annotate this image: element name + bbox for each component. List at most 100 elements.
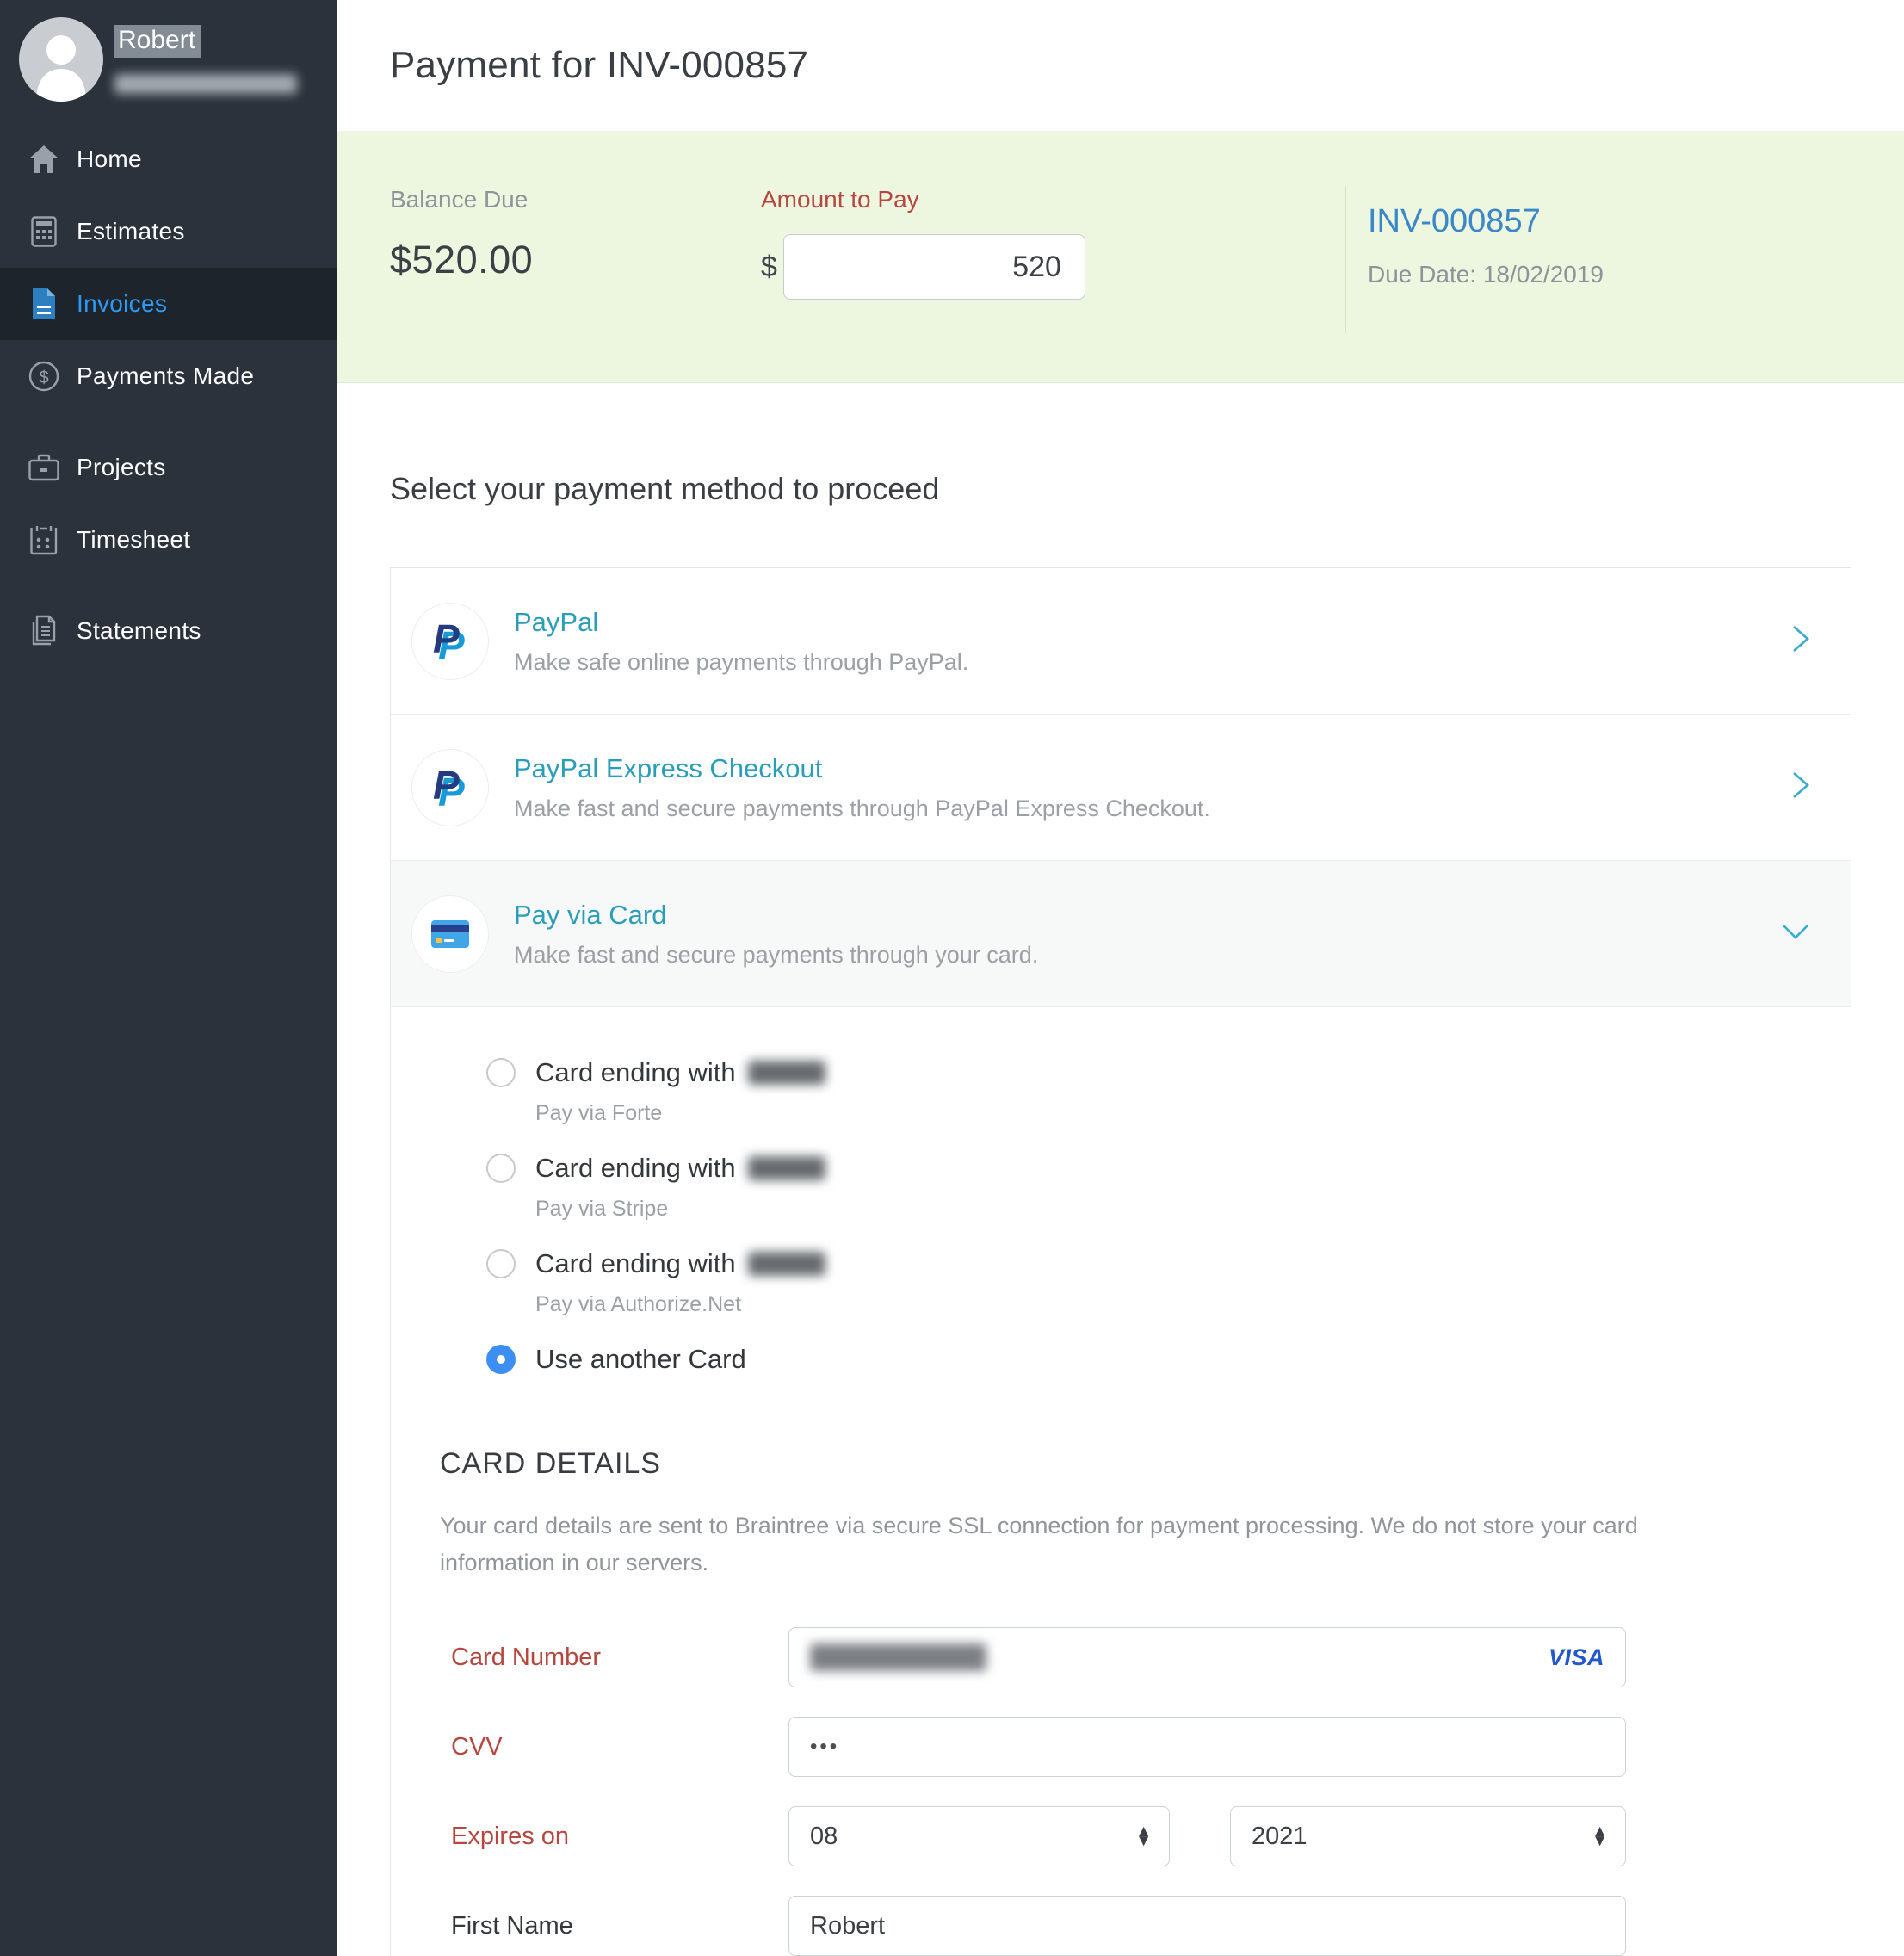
timesheet-icon bbox=[27, 524, 61, 555]
due-date-text: Due Date: 18/02/2019 bbox=[1368, 261, 1604, 288]
expires-label: Expires on bbox=[451, 1822, 570, 1850]
blurred-card-number bbox=[810, 1643, 986, 1672]
sidebar-item-timesheet[interactable]: Timesheet bbox=[0, 504, 337, 576]
card-number-label: Card Number bbox=[451, 1643, 602, 1671]
dollar-circle-icon: $ bbox=[27, 361, 61, 392]
card-option-forte: Card ending with Pay via Forte bbox=[486, 1057, 1851, 1126]
payment-summary-banner: Balance Due $520.00 Amount to Pay $ INV-… bbox=[337, 131, 1904, 383]
balance-due-label: Balance Due bbox=[390, 186, 529, 213]
card-option-label: Use another Card bbox=[535, 1344, 746, 1374]
sidebar-item-home[interactable]: Home bbox=[0, 123, 337, 195]
card-option-label: Card ending with bbox=[535, 1057, 825, 1088]
card-details-section: CARD DETAILS Your card details are sent … bbox=[440, 1447, 1851, 1956]
sidebar: Robert Home Estimates Invoices $ Payment… bbox=[0, 0, 337, 1956]
person-icon bbox=[36, 35, 86, 102]
home-icon bbox=[27, 145, 61, 174]
card-payment-expanded: Card ending with Pay via Forte Card endi… bbox=[391, 1007, 1851, 1956]
sidebar-item-label: Statements bbox=[77, 617, 201, 644]
expiry-year-value: 2021 bbox=[1252, 1822, 1307, 1850]
balance-due-value: $520.00 bbox=[390, 238, 534, 282]
expiry-year-select[interactable]: 2021 ▲ ▼ bbox=[1230, 1806, 1626, 1867]
sidebar-item-invoices[interactable]: Invoices bbox=[0, 268, 337, 340]
currency-symbol: $ bbox=[761, 250, 777, 283]
radio-use-another-card[interactable] bbox=[486, 1345, 516, 1374]
chevron-down-icon bbox=[1777, 917, 1814, 950]
user-profile: Robert bbox=[0, 0, 337, 115]
radio-card-stripe[interactable] bbox=[486, 1154, 516, 1183]
sidebar-nav: Home Estimates Invoices $ Payments Made … bbox=[0, 115, 337, 667]
select-spinner-icon: ▲ ▼ bbox=[1592, 1822, 1608, 1851]
method-title: PayPal bbox=[514, 606, 599, 637]
method-paypal[interactable]: PP PayPal Make safe online payments thro… bbox=[391, 568, 1851, 715]
paypal-icon: PP bbox=[411, 602, 489, 680]
card-number-input[interactable]: VISA bbox=[788, 1627, 1626, 1688]
calculator-icon bbox=[27, 216, 61, 247]
method-description: Make fast and secure payments through yo… bbox=[514, 941, 1039, 968]
invoice-number-link[interactable]: INV-000857 bbox=[1368, 203, 1851, 240]
amount-input[interactable] bbox=[782, 234, 1085, 300]
expiry-month-value: 08 bbox=[810, 1822, 838, 1850]
invoice-info-block: INV-000857 Due Date: 18/02/2019 bbox=[1345, 186, 1851, 333]
sidebar-item-label: Invoices bbox=[77, 290, 168, 317]
first-name-row: First Name bbox=[440, 1896, 1851, 1956]
app-window: Robert Home Estimates Invoices $ Payment… bbox=[0, 0, 1904, 1956]
visa-logo: VISA bbox=[1548, 1643, 1604, 1670]
first-name-label: First Name bbox=[451, 1911, 573, 1940]
cvv-masked-value: ••• bbox=[810, 1735, 840, 1759]
balance-due-block: Balance Due $520.00 bbox=[390, 186, 761, 382]
card-details-heading: CARD DETAILS bbox=[440, 1447, 661, 1480]
page-header: Payment for INV-000857 bbox=[337, 0, 1904, 131]
statement-icon bbox=[27, 615, 61, 647]
svg-text:$: $ bbox=[39, 368, 48, 387]
card-form: Card Number VISA CVV ••• Expires on 08 ▲… bbox=[440, 1627, 1851, 1956]
card-option-new-card: Use another Card bbox=[486, 1344, 1851, 1375]
user-name: Robert bbox=[114, 25, 201, 58]
card-option-label: Card ending with bbox=[535, 1248, 825, 1279]
sidebar-item-label: Timesheet bbox=[77, 526, 191, 553]
main-content: Payment for INV-000857 Balance Due $520.… bbox=[337, 0, 1904, 1956]
blurred-card-digits bbox=[747, 1252, 825, 1276]
method-title: Pay via Card bbox=[514, 899, 667, 930]
saved-card-options: Card ending with Pay via Forte Card endi… bbox=[486, 1057, 1851, 1375]
first-name-input[interactable] bbox=[788, 1896, 1626, 1956]
card-details-disclaimer: Your card details are sent to Braintree … bbox=[440, 1513, 1638, 1575]
method-description: Make fast and secure payments through Pa… bbox=[514, 795, 1210, 821]
sidebar-item-statements[interactable]: Statements bbox=[0, 595, 337, 667]
card-option-gateway: Pay via Authorize.Net bbox=[535, 1292, 742, 1316]
cvv-label: CVV bbox=[451, 1732, 503, 1761]
sidebar-item-label: Payments Made bbox=[77, 362, 255, 389]
method-paypal-express[interactable]: PP PayPal Express Checkout Make fast and… bbox=[391, 715, 1851, 861]
card-option-gateway: Pay via Forte bbox=[535, 1101, 663, 1125]
cvv-row: CVV ••• bbox=[440, 1717, 1851, 1778]
card-option-authorize: Card ending with Pay via Authorize.Net bbox=[486, 1248, 1851, 1317]
payment-method-heading: Select your payment method to proceed bbox=[390, 471, 940, 506]
user-email-blurred bbox=[114, 74, 297, 94]
sidebar-item-label: Estimates bbox=[77, 218, 185, 244]
method-title: PayPal Express Checkout bbox=[514, 752, 823, 783]
sidebar-item-projects[interactable]: Projects bbox=[0, 431, 337, 504]
blurred-card-digits bbox=[747, 1061, 825, 1085]
sidebar-item-payments-made[interactable]: $ Payments Made bbox=[0, 340, 337, 412]
amount-to-pay-label: Amount to Pay bbox=[761, 186, 919, 213]
method-pay-via-card[interactable]: Pay via Card Make fast and secure paymen… bbox=[391, 861, 1851, 1007]
card-option-label: Card ending with bbox=[535, 1153, 825, 1184]
amount-to-pay-block: Amount to Pay $ bbox=[761, 186, 1326, 382]
chevron-right-icon bbox=[1785, 620, 1814, 662]
radio-card-authorize[interactable] bbox=[486, 1249, 516, 1278]
invoice-icon bbox=[27, 288, 61, 319]
sidebar-item-label: Home bbox=[77, 145, 142, 172]
credit-card-icon bbox=[411, 894, 489, 973]
paypal-icon: PP bbox=[411, 748, 489, 826]
card-option-gateway: Pay via Stripe bbox=[535, 1197, 669, 1221]
method-description: Make safe online payments through PayPal… bbox=[514, 648, 969, 675]
expiry-month-select[interactable]: 08 ▲ ▼ bbox=[788, 1806, 1170, 1867]
chevron-right-icon bbox=[1785, 766, 1814, 808]
sidebar-item-estimates[interactable]: Estimates bbox=[0, 195, 337, 268]
briefcase-icon bbox=[27, 454, 61, 481]
expires-row: Expires on 08 ▲ ▼ 2021 ▲ ▼ bbox=[440, 1806, 1851, 1867]
radio-card-forte[interactable] bbox=[486, 1058, 516, 1087]
page-title: Payment for INV-000857 bbox=[390, 44, 809, 86]
cvv-input[interactable]: ••• bbox=[788, 1717, 1626, 1778]
sidebar-item-label: Projects bbox=[77, 454, 166, 480]
card-option-stripe: Card ending with Pay via Stripe bbox=[486, 1153, 1851, 1222]
